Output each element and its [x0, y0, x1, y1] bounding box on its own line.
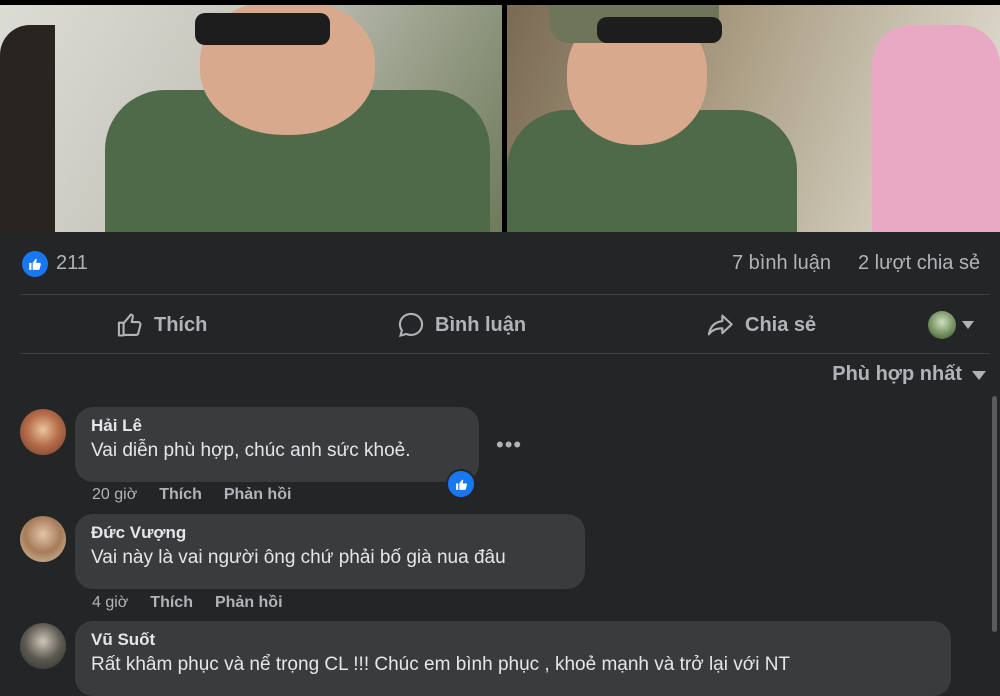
comment-icon [397, 311, 425, 339]
video-frame-left[interactable] [0, 5, 502, 232]
comment-author[interactable]: Vũ Suốt [91, 630, 935, 650]
comment-time[interactable]: 4 giờ [92, 594, 128, 612]
comment-author[interactable]: Hải Lê [91, 416, 463, 436]
comment-sort-dropdown[interactable]: Phù hợp nhất [832, 363, 986, 386]
comment-like-button[interactable]: Thích [159, 486, 202, 504]
like-label: Thích [154, 313, 208, 336]
scrollbar[interactable] [992, 396, 997, 632]
comment-button[interactable]: Bình luận [397, 308, 526, 342]
divider [20, 294, 990, 295]
comment-bubble: Hải Lê Vai diễn phù hợp, chúc anh sức kh… [75, 407, 479, 482]
video-frame-right[interactable] [507, 5, 1000, 232]
share-count[interactable]: 2 lượt chia sẻ [858, 252, 980, 275]
comment-author[interactable]: Đức Vượng [91, 523, 569, 543]
avatar [928, 311, 956, 339]
comment-text: Rất khâm phục và nể trọng CL !!! Chúc em… [91, 654, 791, 675]
comment-text: Vai này là vai người ông chứ phải bố già… [91, 547, 506, 568]
post-as-selector[interactable] [928, 311, 974, 339]
like-reaction-icon[interactable] [446, 469, 476, 499]
comment-like-button[interactable]: Thích [150, 594, 193, 612]
avatar[interactable] [20, 409, 66, 455]
child-shape [872, 25, 1000, 232]
share-button[interactable]: Chia sẻ [705, 308, 816, 342]
chevron-down-icon [972, 363, 986, 386]
like-button[interactable]: Thích [116, 308, 207, 342]
avatar[interactable] [20, 516, 66, 562]
person-silhouette [0, 25, 55, 232]
divider [20, 353, 990, 354]
like-icon [116, 311, 144, 339]
sunglasses-shape [597, 17, 722, 43]
avatar[interactable] [20, 623, 66, 669]
comment-text: Vai diễn phù hợp, chúc anh sức khoẻ. [91, 440, 411, 461]
comment-bubble: Đức Vượng Vai này là vai người ông chứ p… [75, 514, 585, 589]
like-reaction-icon[interactable] [22, 251, 48, 277]
comment-meta: 20 giờ Thích Phản hồi [92, 486, 291, 504]
comment-reply-button[interactable]: Phản hồi [224, 486, 292, 504]
video-preview[interactable] [0, 0, 1000, 232]
comment-count[interactable]: 7 bình luận [732, 252, 831, 275]
more-options-icon[interactable]: ••• [496, 432, 522, 458]
share-label: Chia sẻ [745, 313, 817, 336]
comment-meta: 4 giờ Thích Phản hồi [92, 594, 283, 612]
comment-reply-button[interactable]: Phản hồi [215, 594, 283, 612]
sunglasses-shape [195, 13, 330, 45]
share-icon [705, 311, 735, 339]
reaction-count[interactable]: 211 [56, 252, 88, 275]
chevron-down-icon [962, 316, 974, 334]
comment-label: Bình luận [435, 313, 527, 336]
comment-bubble: Vũ Suốt Rất khâm phục và nể trọng CL !!!… [75, 621, 951, 696]
comment-time[interactable]: 20 giờ [92, 486, 137, 504]
sort-label: Phù hợp nhất [832, 363, 962, 385]
